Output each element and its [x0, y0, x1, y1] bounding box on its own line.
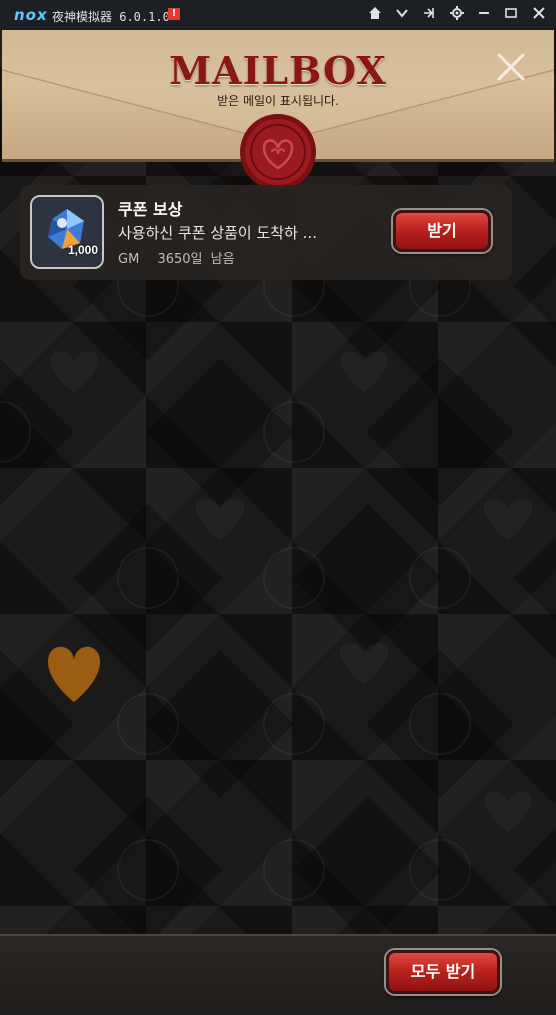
game-area: MAILBOX 받은 메일이 표시됩니다. 1,000 쿠폰 보상 사용하신 쿠…	[0, 30, 556, 1015]
emulator-titlebar: nox 夜神模拟器 6.0.1.0 !	[0, 0, 556, 30]
mail-meta: GM 3650일 남음	[118, 248, 235, 267]
close-icon	[497, 53, 525, 81]
pin-icon[interactable]	[420, 6, 438, 24]
wax-seal-icon	[236, 110, 320, 194]
maximize-icon[interactable]	[502, 6, 520, 24]
nox-logo: nox	[14, 6, 48, 24]
minimize-icon[interactable]	[475, 6, 493, 24]
receive-button[interactable]: 받기	[393, 210, 491, 252]
mail-title: 쿠폰 보상	[118, 200, 183, 219]
gear-icon[interactable]	[448, 6, 466, 24]
receive-all-button[interactable]: 모두 받기	[386, 950, 500, 994]
warning-badge[interactable]: !	[168, 8, 180, 20]
mail-remaining: 3650일 남음	[157, 252, 235, 267]
close-mailbox-button[interactable]	[494, 50, 528, 84]
mail-description: 사용하신 쿠폰 상품이 도착하 ...	[118, 224, 317, 242]
reward-item-icon: 1,000	[30, 195, 104, 269]
window-title: 夜神模拟器 6.0.1.0	[52, 10, 170, 24]
mailbox-title: MAILBOX	[169, 48, 387, 93]
chevron-down-icon[interactable]	[393, 6, 411, 24]
mailbox-subtitle: 받은 메일이 표시됩니다.	[217, 94, 339, 108]
home-icon[interactable]	[366, 6, 384, 24]
item-count-label: 1,000	[67, 243, 98, 257]
close-icon[interactable]	[530, 6, 548, 24]
mail-sender: GM	[118, 252, 140, 267]
